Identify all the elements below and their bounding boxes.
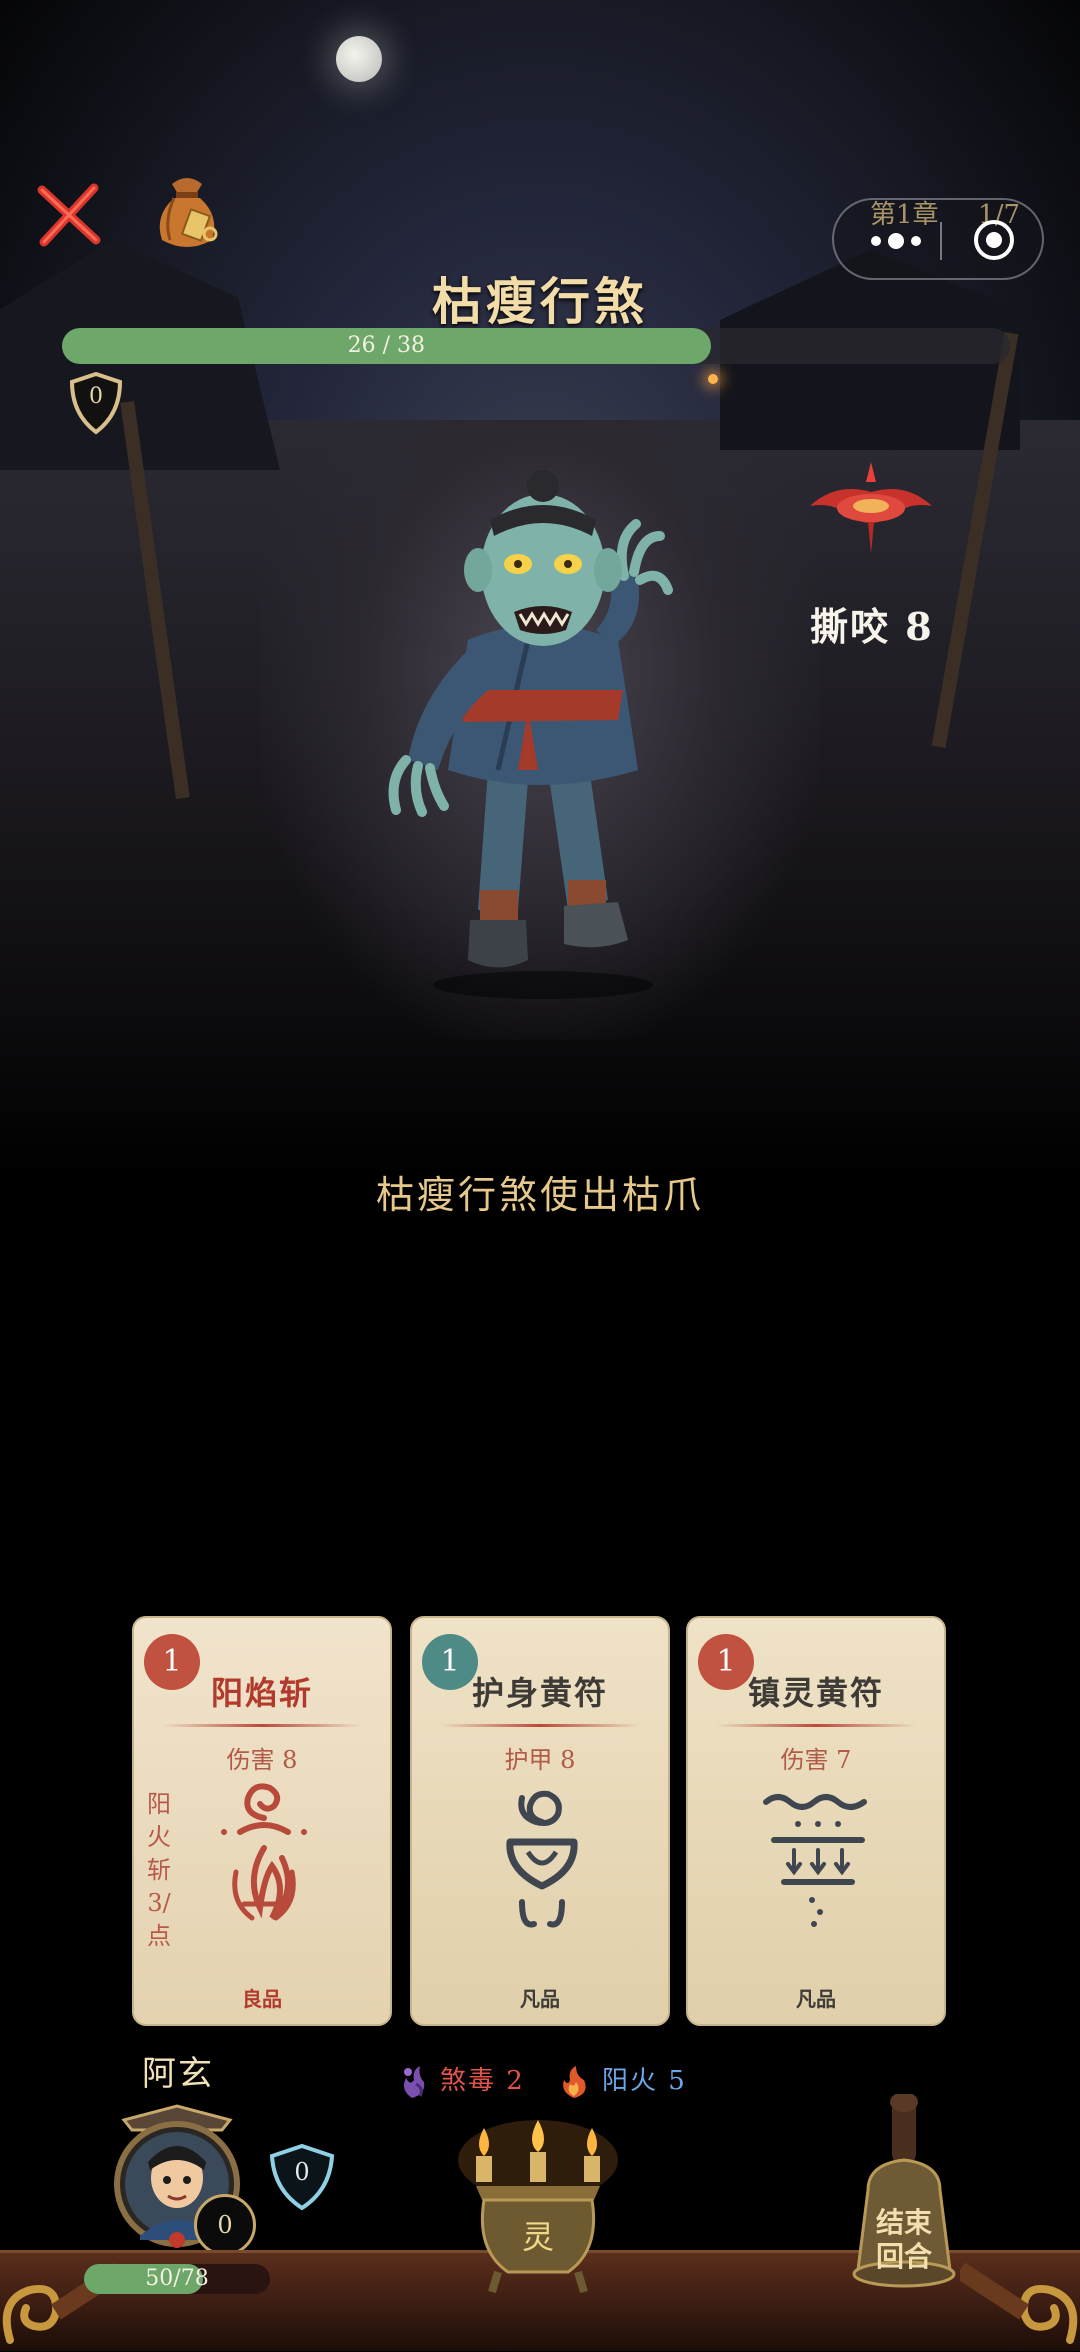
player-name: 阿玄 <box>142 2054 214 2094</box>
end-turn-label: 结束 回合 <box>838 2206 970 2274</box>
enemy-hp-text: 26 / 38 <box>347 333 425 358</box>
flame-icon <box>563 2066 586 2098</box>
card-name: 护身黄符 <box>471 1674 608 1712</box>
player-block-value: 0 <box>194 2194 256 2256</box>
card-name: 阳焰斩 <box>210 1674 313 1712</box>
seal-talisman-icon <box>763 1794 867 1927</box>
zombie-monster-sprite[interactable] <box>378 440 698 1000</box>
status-sun-fire[interactable]: 阳火 5 <box>556 2060 687 2100</box>
more-options-icon[interactable] <box>862 226 932 256</box>
card-divider <box>716 1724 916 1727</box>
player-shield-icon: 0 <box>266 2142 338 2212</box>
energy-censer: 灵 <box>448 2120 628 2296</box>
card-divider <box>162 1724 362 1727</box>
fire-sigil-icon <box>221 1783 307 1921</box>
poison-icon <box>404 2066 425 2098</box>
ward-talisman-icon <box>506 1790 578 1928</box>
close-miniprogram-icon[interactable] <box>972 218 1016 262</box>
end-turn-label-line2: 回合 <box>875 2240 932 2273</box>
card-rarity: 良品 <box>242 1987 282 2011</box>
end-turn-button[interactable]: 结束 回合 <box>838 2092 970 2300</box>
player-shield-value: 0 <box>294 2158 310 2186</box>
card-effect: 护甲 8 <box>504 1746 576 1774</box>
card-name: 镇灵黄符 <box>747 1674 884 1712</box>
enemy-name: 枯瘦行煞 <box>432 272 648 331</box>
energy-label: 灵 <box>522 2218 554 2256</box>
scroll-ornament-right <box>955 2230 1080 2348</box>
status-poison[interactable]: 煞毒 2 <box>394 2060 525 2100</box>
card-effect: 伤害 7 <box>780 1746 852 1774</box>
moon <box>336 36 382 82</box>
red-lotus-attack-icon <box>806 462 936 558</box>
lantern-light <box>708 374 718 384</box>
pouch-icon[interactable] <box>150 170 224 254</box>
end-turn-label-line1: 结束 <box>875 2206 932 2239</box>
close-icon[interactable] <box>34 180 104 250</box>
card-effect: 伤害 8 <box>226 1746 298 1774</box>
card-rarity: 凡品 <box>796 1987 836 2011</box>
hand-card[interactable]: 1 阳焰斩 伤害 8 阳火斩3/点 良品 <box>132 1616 392 2026</box>
hand-card[interactable]: 1 护身黄符 护甲 8 凡品 <box>410 1616 670 2026</box>
battle-log-text: 枯瘦行煞使出枯爪 <box>375 1173 704 1217</box>
status-sun-fire-label: 阳火 5 <box>602 2066 687 2096</box>
enemy-block-value: 0 <box>89 384 103 409</box>
card-note: 阳火斩3/点 <box>147 1790 171 1950</box>
enemy-block-shield-icon: 0 <box>66 370 126 436</box>
status-poison-label: 煞毒 2 <box>440 2066 525 2096</box>
enemy-intent-label: 撕咬 8 <box>810 604 934 649</box>
player-hp-text: 50/78 <box>145 2266 209 2291</box>
capsule-divider <box>940 222 942 260</box>
hand-card[interactable]: 1 镇灵黄符 伤害 7 凡品 <box>686 1616 946 2026</box>
card-rarity: 凡品 <box>520 1987 560 2011</box>
card-divider <box>440 1724 640 1727</box>
